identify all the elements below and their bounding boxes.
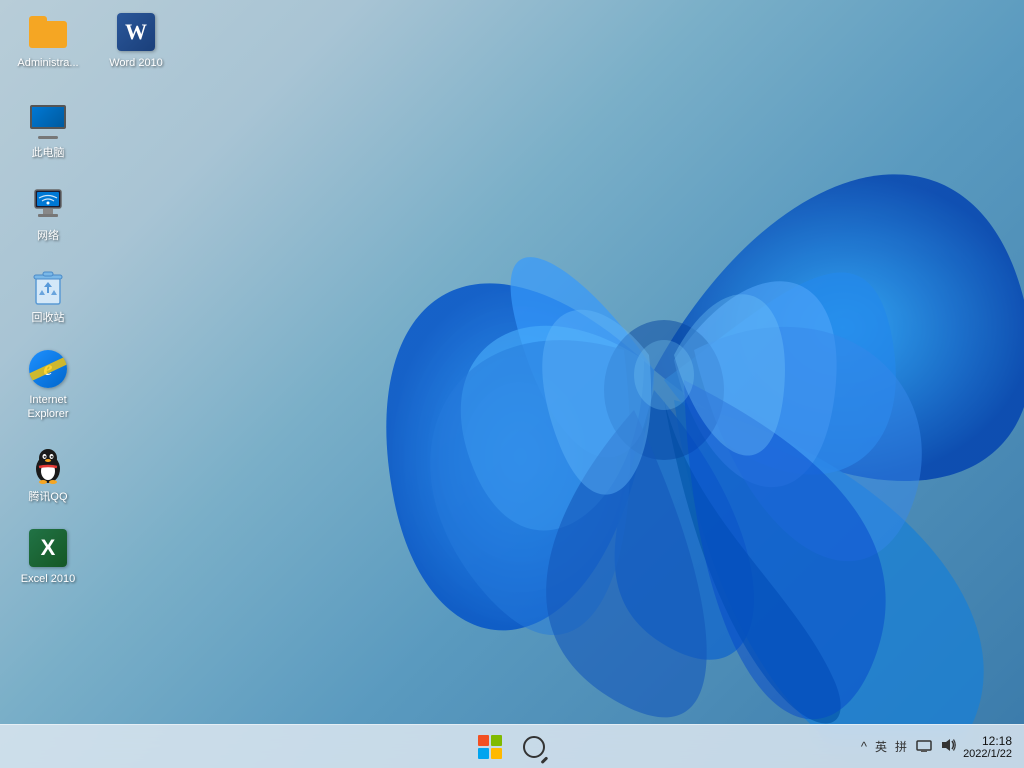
volume-icon[interactable] [941, 738, 957, 755]
taskbar-right: ^ 英 拼 [861, 734, 1024, 760]
wallpaper [274, 0, 1024, 740]
ie-label: Internet Explorer [12, 393, 84, 422]
ie-shape: e [29, 350, 67, 388]
tray-lang-zh[interactable]: 拼 [895, 738, 907, 755]
volume-svg-icon [941, 738, 957, 752]
start-button[interactable] [470, 727, 510, 767]
tray-lang-en[interactable]: 英 [875, 738, 887, 755]
this-pc-icon[interactable]: 此电脑 [8, 98, 88, 164]
excel-image: X [28, 528, 68, 568]
qq-image [28, 446, 68, 486]
win-quad-blue [478, 748, 489, 759]
clock-date: 2022/1/22 [963, 748, 1012, 760]
internet-explorer-icon[interactable]: e Internet Explorer [8, 345, 88, 426]
network-tray-icon [915, 738, 933, 752]
win-quad-green [491, 735, 502, 746]
tray-chevron[interactable]: ^ [861, 739, 867, 754]
this-pc-label: 此电脑 [32, 146, 65, 160]
windows-logo-icon [478, 735, 502, 759]
tray-network-icon[interactable] [915, 738, 933, 755]
taskbar-center [470, 727, 554, 767]
word-image: W [116, 12, 156, 52]
recycle-bin-label: 回收站 [32, 311, 65, 325]
search-button[interactable] [514, 727, 554, 767]
monitor-base [38, 136, 58, 139]
clock-area[interactable]: 12:18 2022/1/22 [963, 734, 1012, 760]
monitor-image [28, 102, 68, 142]
word-2010-label: Word 2010 [109, 56, 163, 70]
system-tray: ^ 英 拼 [861, 738, 957, 755]
network-svg [29, 188, 67, 222]
qq-icon[interactable]: 腾讯QQ [8, 442, 88, 508]
excel-letter: X [41, 535, 56, 561]
qq-label: 腾讯QQ [28, 490, 67, 504]
word-2010-icon[interactable]: W Word 2010 [96, 8, 176, 74]
folder-shape [29, 16, 67, 48]
search-icon [523, 736, 545, 758]
win-quad-red [478, 735, 489, 746]
desktop-icons-container: Administra... W Word 2010 此电脑 [8, 8, 176, 590]
excel-2010-icon[interactable]: X Excel 2010 [8, 524, 88, 590]
folder-image [28, 12, 68, 52]
excel-label: Excel 2010 [21, 572, 75, 586]
network-image [28, 185, 68, 225]
ie-image: e [28, 349, 68, 389]
administrator-folder-label: Administra... [17, 56, 78, 70]
qq-svg [29, 447, 67, 485]
network-label: 网络 [37, 229, 59, 243]
excel-shape: X [29, 529, 67, 567]
clock-time: 12:18 [982, 734, 1012, 748]
taskbar: ^ 英 拼 [0, 724, 1024, 768]
word-shape: W [117, 13, 155, 51]
monitor-screen [30, 105, 66, 129]
network-icon[interactable]: 网络 [8, 181, 88, 247]
win-quad-yellow [491, 748, 502, 759]
monitor-screen-inner [32, 107, 64, 127]
recycle-image [28, 267, 68, 307]
recycle-svg [31, 268, 65, 306]
administrator-folder-icon[interactable]: Administra... [8, 8, 88, 74]
icon-row-top: Administra... W Word 2010 [8, 8, 176, 74]
recycle-bin-icon[interactable]: 回收站 [8, 263, 88, 329]
monitor-shape [29, 105, 67, 139]
desktop: Administra... W Word 2010 此电脑 [0, 0, 1024, 768]
